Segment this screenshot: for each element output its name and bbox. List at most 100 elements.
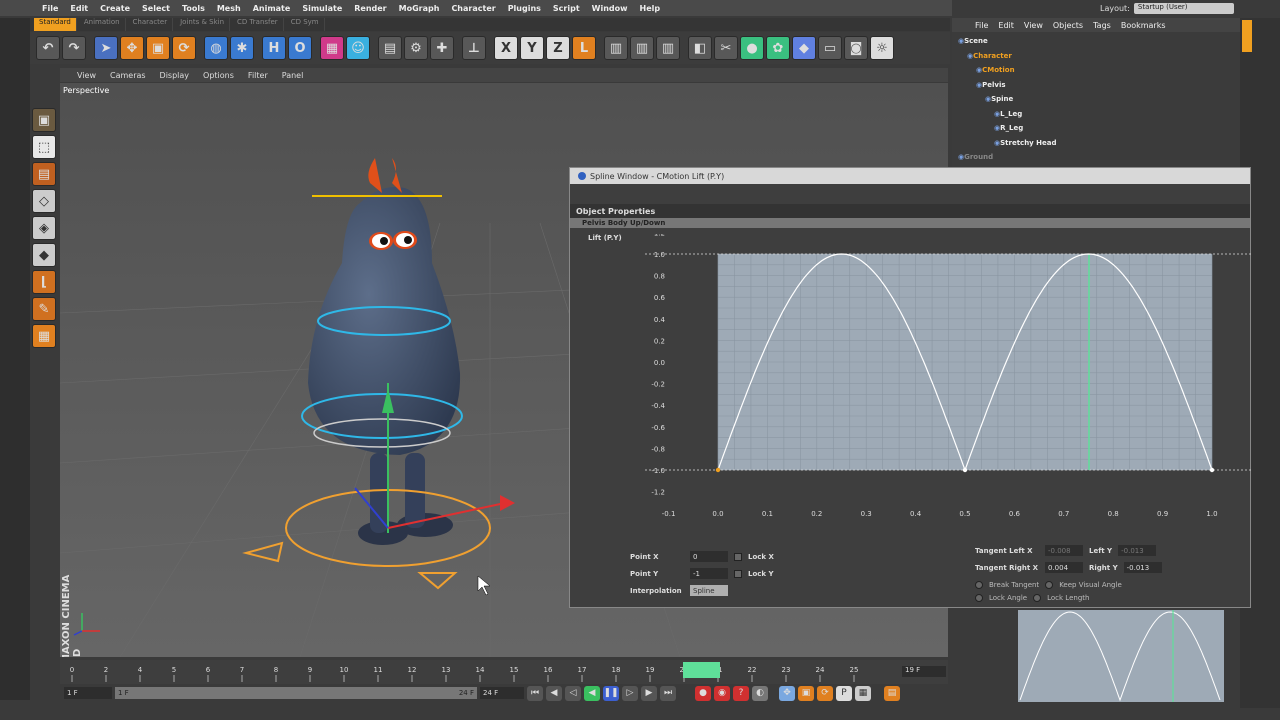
tree-item-r-leg[interactable]: ◉ R_Leg [952,121,1240,136]
timeline-ruler[interactable]: 0245678910111213141516171819202122232425… [60,660,948,684]
key-move-icon[interactable]: ✥ [779,685,795,701]
viewport-menu-view[interactable]: View [70,71,103,80]
viewport-menu-display[interactable]: Display [153,71,197,80]
autokey-icon[interactable]: ◉ [714,685,730,701]
dock-tab-objects[interactable] [1242,20,1252,52]
tree-item-pelvis[interactable]: ◉ Pelvis [952,78,1240,93]
edges-mode-icon[interactable]: ◈ [32,216,56,240]
object-menu-objects[interactable]: Objects [1048,21,1088,30]
keyframe-sel-icon[interactable]: ? [733,685,749,701]
current-frame-field[interactable]: 19 F [902,666,946,677]
axis-icon[interactable]: ⊥ [462,36,486,60]
tree-item-scene[interactable]: ◉ Scene [952,34,1240,49]
attribute-spline-preview[interactable] [1018,610,1224,702]
coord-icon[interactable]: L [572,36,596,60]
playhead[interactable] [683,662,720,678]
tangent-right-x-field[interactable]: 0.004 [1045,562,1083,573]
magnet-icon[interactable]: ◧ [688,36,712,60]
z-lock-icon[interactable]: Z [546,36,570,60]
preview-range-slider[interactable]: 1 F 24 F [115,687,477,699]
next-key-icon[interactable]: ▶ [641,685,657,701]
keep-visual-angle-checkbox[interactable] [1045,580,1054,589]
tree-item-cmotion[interactable]: ◉ CMotion [952,63,1240,78]
object-menu-file[interactable]: File [970,21,993,30]
tree-item-l-leg[interactable]: ◉ L_Leg [952,107,1240,122]
spline-graph[interactable]: 1.2 1.0 0.8 0.6 0.4 0.2 0.0 -0.2 -0.4 -0.6 -0.8 -1.… [645,234,1251,524]
menu-mograph[interactable]: MoGraph [393,4,446,13]
prev-frame-icon[interactable]: ◁ [565,685,581,701]
world-icon[interactable]: ◍ [204,36,228,60]
key-scale-icon[interactable]: ▣ [798,685,814,701]
palette-tab[interactable]: Character [128,18,174,31]
key-pos-icon[interactable]: ◐ [752,685,768,701]
tree-item-spine[interactable]: ◉ Spine [952,92,1240,107]
layout-selector[interactable]: Layout: Startup (User) [1100,0,1245,16]
menu-create[interactable]: Create [94,4,136,13]
menu-tools[interactable]: Tools [176,4,211,13]
face-icon[interactable]: ☺ [346,36,370,60]
spline-window-titlebar[interactable]: Spline Window - CMotion Lift (P.Y) [570,168,1250,184]
floor-icon[interactable]: ▭ [818,36,842,60]
axis-mode-icon[interactable]: ⌊ [32,270,56,294]
object-menu-tags[interactable]: Tags [1088,21,1116,30]
tangent-left-x-field[interactable]: -0.008 [1045,545,1083,556]
menu-render[interactable]: Render [348,4,392,13]
o-icon[interactable]: O [288,36,312,60]
deformer-icon[interactable]: ◆ [792,36,816,60]
right-y-field[interactable]: -0.013 [1123,562,1162,573]
interpolation-dropdown[interactable]: Spline [690,585,728,596]
next-frame-icon[interactable]: ▷ [622,685,638,701]
scale-icon[interactable]: ▣ [146,36,170,60]
undo-icon[interactable]: ↶ [36,36,60,60]
menu-character[interactable]: Character [445,4,501,13]
palette-tab[interactable]: Animation [79,18,126,31]
palette-tab[interactable]: CD Sym [286,18,325,31]
polygons-mode-icon[interactable]: ◆ [32,243,56,267]
spline-key-point[interactable] [962,467,968,473]
menu-help[interactable]: Help [634,4,667,13]
goto-start-icon[interactable]: ⏮ [527,685,543,701]
menu-mesh[interactable]: Mesh [211,4,247,13]
key-rotate-icon[interactable]: ⟳ [817,685,833,701]
cube-prim-icon[interactable]: ▦ [320,36,344,60]
lock-angle-checkbox[interactable] [975,593,983,602]
texture-mode-icon[interactable]: ▦ [32,324,56,348]
render-view-icon[interactable]: ▤ [378,36,402,60]
left-y-field[interactable]: -0.013 [1118,545,1157,556]
menu-edit[interactable]: Edit [64,4,94,13]
menu-animate[interactable]: Animate [247,4,297,13]
pause-icon[interactable]: ❚❚ [603,685,619,701]
object-mode-icon[interactable]: ▤ [32,162,56,186]
render-settings-icon[interactable]: ⚙ [404,36,428,60]
move-icon[interactable]: ✥ [120,36,144,60]
x-lock-icon[interactable]: X [494,36,518,60]
prev-key-icon[interactable]: ◀ [546,685,562,701]
record-icon[interactable]: ● [695,685,711,701]
h-icon[interactable]: H [262,36,286,60]
film3-icon[interactable]: ▥ [656,36,680,60]
points-mode-icon[interactable]: ◇ [32,189,56,213]
snap-icon[interactable]: ✱ [230,36,254,60]
key-param-icon[interactable]: P [836,685,852,701]
play-back-icon[interactable]: ◀ [584,685,600,701]
object-menu-bookmarks[interactable]: Bookmarks [1116,21,1171,30]
menu-select[interactable]: Select [136,4,176,13]
film-icon[interactable]: ▥ [604,36,628,60]
palette-tab[interactable]: CD Transfer [232,18,284,31]
sphere-icon[interactable]: ● [740,36,764,60]
menu-window[interactable]: Window [586,4,634,13]
lock-x-checkbox[interactable] [734,552,742,561]
model-mode-icon[interactable]: ⬚ [32,135,56,159]
key-pla-icon[interactable]: ▦ [855,685,871,701]
end-frame-field[interactable]: 24 F [480,687,524,699]
gear-icon[interactable]: ✿ [766,36,790,60]
render-icon[interactable]: ✚ [430,36,454,60]
tree-item-ground[interactable]: ◉ Ground [952,150,1240,165]
object-menu-view[interactable]: View [1019,21,1048,30]
scheme-icon[interactable]: ▤ [884,685,900,701]
viewport-menu-panel[interactable]: Panel [275,71,311,80]
redo-icon[interactable]: ↷ [62,36,86,60]
film2-icon[interactable]: ▥ [630,36,654,60]
palette-tab[interactable]: Joints & Skin [175,18,231,31]
point-x-field[interactable]: 0 [690,551,728,562]
